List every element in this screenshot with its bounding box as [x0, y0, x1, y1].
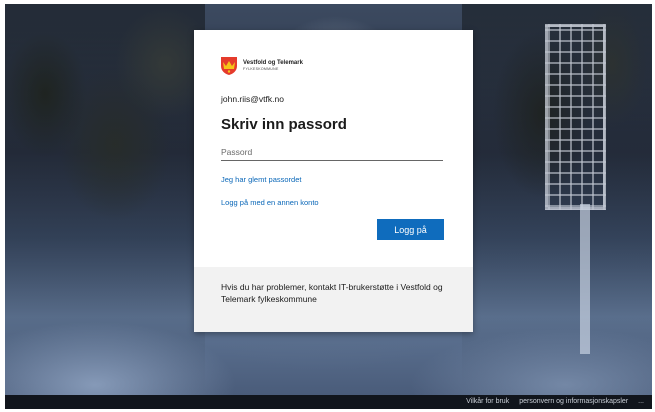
footer-bar: Vilkår for bruk personvern og informasjo…	[5, 395, 652, 409]
background-lattice	[545, 24, 606, 210]
help-text: Hvis du har problemer, kontakt IT-bruker…	[221, 282, 443, 304]
org-name: Vestfold og Telemark	[243, 60, 303, 66]
signin-button[interactable]: Logg på	[377, 219, 444, 240]
footer-links: Vilkår for bruk personvern og informasjo…	[466, 396, 644, 408]
privacy-link[interactable]: personvern og informasjonskapsler	[519, 396, 628, 408]
terms-link[interactable]: Vilkår for bruk	[466, 396, 509, 408]
page-title: Skriv inn passord	[221, 116, 347, 133]
help-box: Hvis du har problemer, kontakt IT-bruker…	[194, 267, 473, 332]
screen: Vestfold og Telemark FYLKESKOMMUNE john.…	[0, 0, 655, 412]
password-input[interactable]	[221, 144, 443, 161]
signin-card: Vestfold og Telemark FYLKESKOMMUNE john.…	[194, 30, 473, 332]
org-brand: Vestfold og Telemark FYLKESKOMMUNE	[220, 56, 303, 76]
org-logo-icon	[221, 57, 237, 75]
background-post	[580, 204, 590, 354]
more-options-button[interactable]: ...	[638, 396, 644, 408]
org-brand-text: Vestfold og Telemark FYLKESKOMMUNE	[243, 60, 303, 72]
other-account-link[interactable]: Logg på med en annen konto	[221, 198, 319, 207]
account-identity[interactable]: john.riis@vtfk.no	[221, 94, 284, 104]
forgot-password-link[interactable]: Jeg har glemt passordet	[221, 175, 301, 184]
org-subtitle: FYLKESKOMMUNE	[243, 67, 279, 71]
